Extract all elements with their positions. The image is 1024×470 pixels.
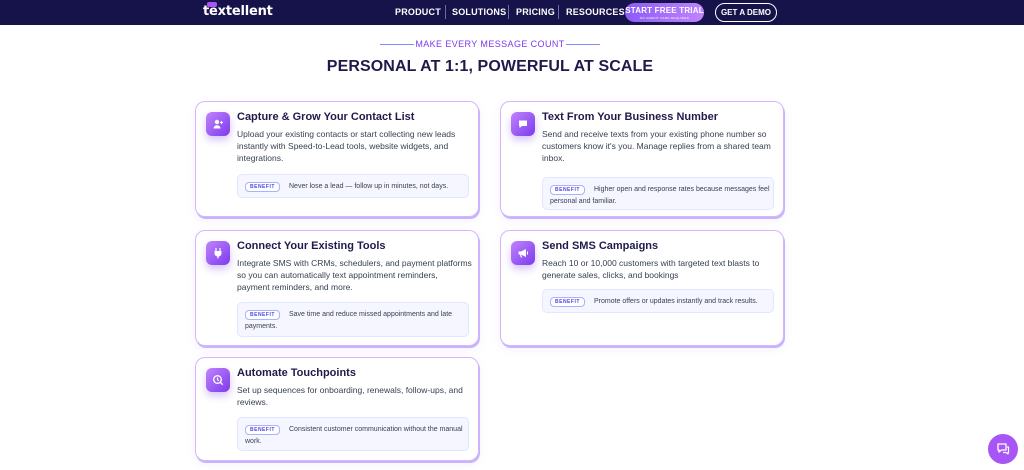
top-nav: textellent PRODUCT SOLUTIONS PRICING RES…: [0, 0, 1024, 25]
chat-button[interactable]: [988, 434, 1018, 464]
feature-card-business-number: Text From Your Business Number Send and …: [500, 101, 784, 217]
benefit-text: Save time and reduce missed appointments…: [245, 311, 453, 330]
eyebrow-text: MAKE EVERY MESSAGE COUNT: [415, 39, 565, 49]
card-description: Send and receive texts from your existin…: [542, 129, 771, 163]
logo[interactable]: textellent: [203, 4, 273, 19]
card-title: Send SMS Campaigns: [542, 240, 659, 252]
contact-add-icon: [206, 112, 230, 136]
nav-divider: [508, 5, 509, 19]
card-description: Reach 10 or 10,000 customers with target…: [542, 258, 760, 280]
nav-divider: [558, 5, 559, 19]
card-description: Integrate SMS with CRMs, schedulers, and…: [237, 258, 472, 292]
get-a-demo-button[interactable]: GET A DEMO: [715, 3, 777, 22]
benefit-box: BENEFIT Never lose a lead — follow up in…: [237, 174, 469, 198]
card-title: Text From Your Business Number: [542, 111, 719, 123]
megaphone-icon: [511, 241, 535, 265]
benefit-box: BENEFIT Consistent customer communicatio…: [237, 417, 469, 451]
message-icon: [511, 112, 535, 136]
nav-link-pricing[interactable]: PRICING: [516, 7, 555, 17]
automation-icon: [206, 368, 230, 392]
plug-icon: [206, 241, 230, 265]
benefit-text: Never lose a lead — follow up in minutes…: [289, 183, 449, 190]
chat-icon: [997, 443, 1010, 455]
card-description: Set up sequences for onboarding, renewal…: [237, 385, 463, 407]
benefit-box: BENEFIT Higher open and response rates b…: [542, 177, 774, 210]
benefit-tag: BENEFIT: [245, 182, 280, 192]
nav-divider: [445, 5, 446, 19]
benefit-tag: BENEFIT: [550, 297, 585, 307]
nav-link-solutions[interactable]: SOLUTIONS: [452, 7, 506, 17]
nav-link-resources[interactable]: RESOURCES: [566, 7, 625, 17]
benefit-text: Higher open and response rates because m…: [550, 186, 770, 205]
feature-card-connect-tools: Connect Your Existing Tools Integrate SM…: [195, 230, 479, 346]
feature-card-contact-list: Capture & Grow Your Contact List Upload …: [195, 101, 479, 217]
feature-card-automate-touchpoints: Automate Touchpoints Set up sequences fo…: [195, 357, 479, 461]
card-title: Connect Your Existing Tools: [237, 240, 386, 252]
feature-card-sms-campaigns: Send SMS Campaigns Reach 10 or 10,000 cu…: [500, 230, 784, 346]
nav-link-product[interactable]: PRODUCT: [395, 7, 441, 17]
benefit-text: Consistent customer communication withou…: [245, 426, 463, 445]
page-title: PERSONAL AT 1:1, POWERFUL AT SCALE: [326, 58, 654, 75]
start-free-trial-button[interactable]: START FREE TRIAL NO CREDIT CARD REQUIRED: [625, 3, 704, 22]
benefit-box: BENEFIT Promote offers or updates instan…: [542, 289, 774, 313]
card-title: Automate Touchpoints: [237, 367, 356, 379]
benefit-box: BENEFIT Save time and reduce missed appo…: [237, 302, 469, 337]
trial-sublabel: NO CREDIT CARD REQUIRED: [639, 16, 690, 20]
card-title: Capture & Grow Your Contact List: [237, 111, 415, 123]
card-description: Upload your existing contacts or start c…: [237, 129, 456, 163]
benefit-text: Promote offers or updates instantly and …: [594, 298, 758, 305]
trial-label: START FREE TRIAL: [625, 6, 704, 15]
